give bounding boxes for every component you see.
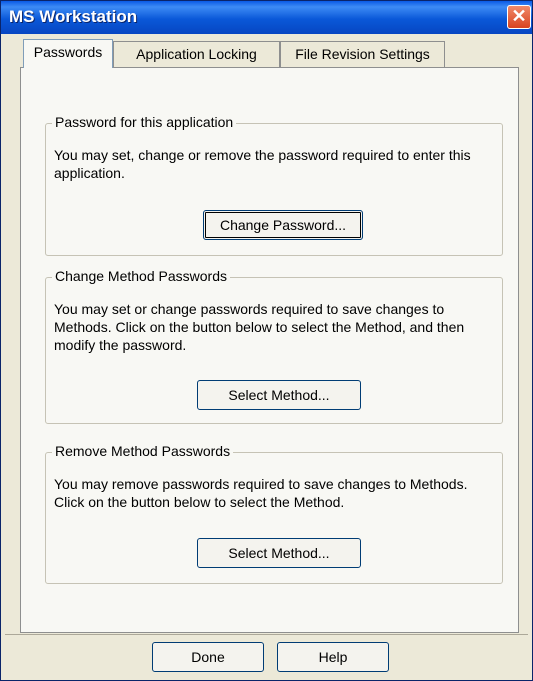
- group-description: You may set or change passwords required…: [54, 301, 465, 353]
- tab-application-locking[interactable]: Application Locking: [113, 41, 280, 67]
- footer-divider: [5, 634, 528, 635]
- change-password-button[interactable]: Change Password...: [203, 210, 363, 240]
- group-title: Password for this application: [52, 114, 237, 130]
- dialog-window: MS Workstation ✕ Passwords Application L…: [0, 0, 533, 681]
- select-method-button[interactable]: Select Method...: [197, 380, 361, 410]
- group-change-method-passwords: Change Method Passwords You may set or c…: [45, 268, 503, 424]
- group-title: Change Method Passwords: [52, 268, 230, 284]
- close-icon: ✕: [511, 6, 527, 26]
- title-bar[interactable]: MS Workstation ✕: [1, 1, 532, 34]
- group-remove-method-passwords: Remove Method Passwords You may remove p…: [45, 443, 503, 584]
- close-button[interactable]: ✕: [507, 5, 531, 29]
- group-title: Remove Method Passwords: [52, 443, 234, 459]
- tab-passwords[interactable]: Passwords: [23, 39, 113, 68]
- group-description: You may set, change or remove the passwo…: [54, 147, 471, 181]
- window-title: MS Workstation: [9, 7, 138, 26]
- group-application-password: Password for this application You may se…: [45, 114, 503, 256]
- tab-file-revision-settings[interactable]: File Revision Settings: [280, 41, 445, 67]
- help-button[interactable]: Help: [277, 642, 389, 672]
- select-method-button[interactable]: Select Method...: [197, 538, 361, 568]
- done-button[interactable]: Done: [152, 642, 264, 672]
- group-description: You may remove passwords required to sav…: [54, 476, 468, 510]
- passwords-tab-panel: Password for this application You may se…: [20, 67, 519, 633]
